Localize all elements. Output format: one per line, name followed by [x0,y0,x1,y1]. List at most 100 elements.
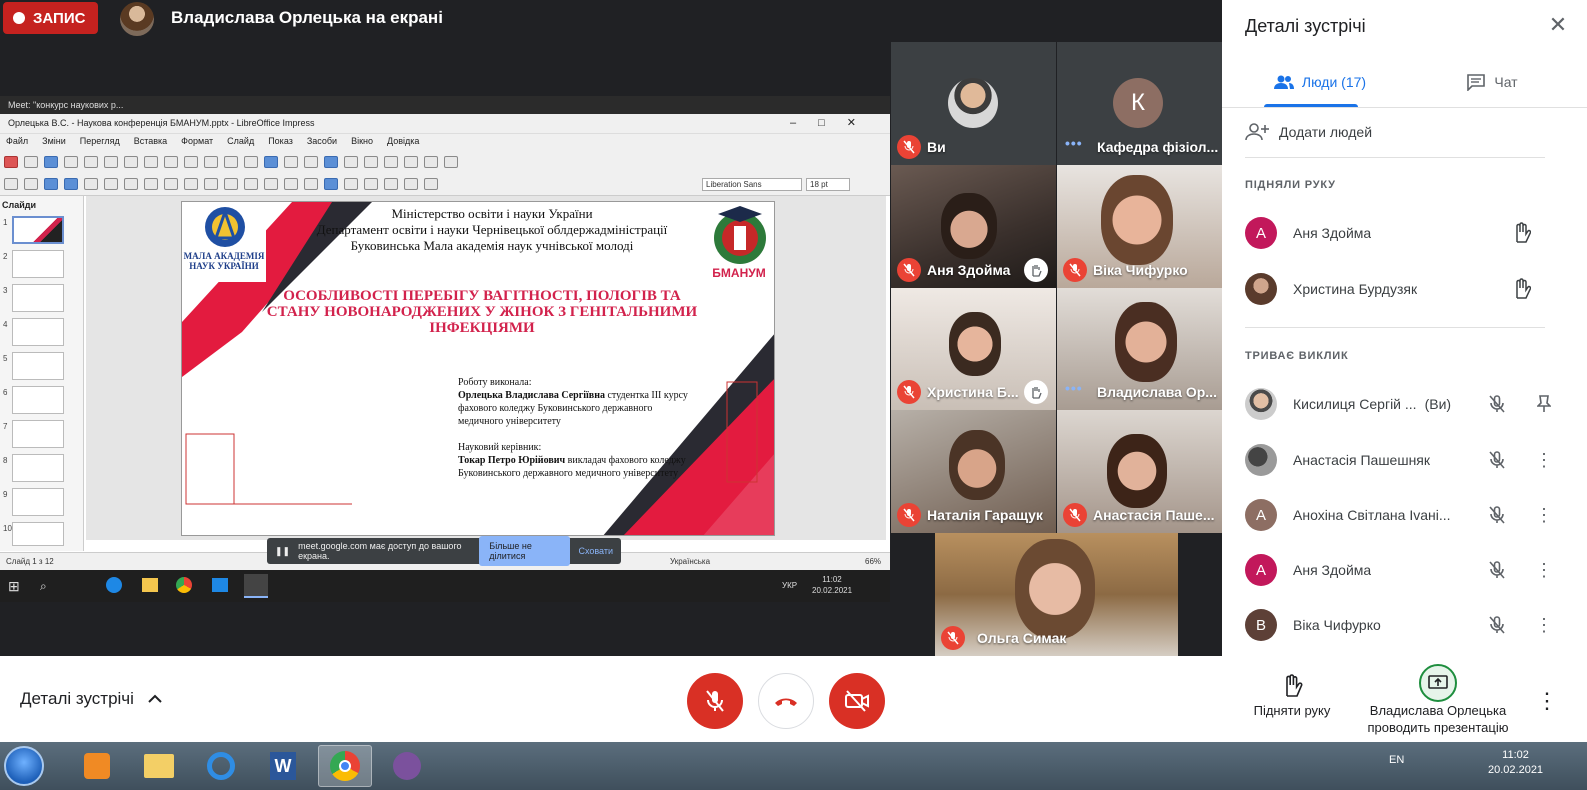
list-item[interactable]: В Віка Чифурко ⋮ [1245,605,1565,645]
menu-edit: Зміни [42,136,66,146]
clock-time: 11:02 [1502,749,1529,761]
impress-taskbar-icon [244,574,268,598]
browser-tab-label: Meet: "конкурс наукових р... [8,100,124,110]
list-item[interactable]: А Аня Здойма [1245,213,1565,253]
person-name: Кисилиця Сергій ... [1293,396,1417,412]
slide-num: 10 [3,524,12,533]
raise-hand-button[interactable]: Підняти руку [1246,674,1338,719]
presenting-button[interactable]: Владислава Орлецька проводить презентаці… [1360,664,1516,736]
viber-taskbar-icon[interactable] [380,745,434,787]
video-tile[interactable]: ••• Владислава Ор... [1057,288,1222,410]
video-tile[interactable]: Ви [891,42,1056,165]
video-tile[interactable]: Анастасія Паше... [1057,410,1222,533]
mic-off-icon [941,626,965,650]
menu-view: Перегляд [79,136,120,146]
zoom-icon [24,178,38,190]
tile-name: Ви [927,139,946,155]
bmanum-logo: БМАНУМ [702,202,774,282]
recording-badge: ЗАПИС [3,2,98,34]
video-tile[interactable]: Наталія Гаращук [891,410,1056,533]
close-icon: ✕ [1548,12,1568,37]
start-button[interactable] [4,746,44,786]
pause-icon: ❚❚ [275,545,291,556]
pin-icon[interactable] [1532,392,1556,416]
speaking-indicator-icon: ••• [1065,135,1083,151]
raised-hand-icon [1024,258,1048,282]
speaking-indicator-icon: ••• [1065,380,1083,396]
slide-thumb-1 [12,216,64,244]
slides-label: Слайди [2,200,37,210]
chevron-up-icon [148,694,162,703]
slide-thumb-8 [12,454,64,482]
lower-hand-icon[interactable] [1509,221,1533,245]
camera-toggle-button[interactable] [829,673,885,729]
person-name: Аня Здойма [1293,225,1372,241]
tab-chat-label: Чат [1494,74,1518,90]
mail-icon [212,578,228,592]
tile-name: Віка Чифурко [1093,262,1188,278]
list-item[interactable]: А Анохіна Світлана Іvані... ⋮ [1245,495,1565,535]
mic-toggle-button[interactable] [687,673,743,729]
person-name: Аня Здойма [1293,562,1372,578]
person-name: Анастасія Пашешняк [1293,452,1431,468]
export-icon [64,156,78,168]
avatar [948,78,998,128]
menu-format: Формат [181,136,214,146]
video-tile[interactable]: К ••• Кафедра фізіол... [1057,42,1222,165]
font-size-box: 18 pt [806,178,850,191]
person-name: Анохіна Світлана Іvані... [1293,507,1451,523]
star-icon [304,178,318,190]
lower-hand-icon[interactable] [1509,277,1533,301]
list-item[interactable]: А Аня Здойма ⋮ [1245,550,1565,590]
avatar: А [1245,499,1277,531]
media-player-taskbar-icon[interactable] [70,745,124,787]
more-options-icon[interactable]: ⋮ [1532,613,1556,637]
hide-notice-button[interactable]: Сховати [578,546,613,556]
person-name: Христина Бурдузяк [1293,281,1418,297]
video-tile[interactable]: Аня Здойма [891,165,1056,288]
list-item[interactable]: Анастасія Пашешняк ⋮ [1245,440,1565,480]
ellipse-icon [124,178,138,190]
edge-icon [106,577,122,593]
list-item[interactable]: Кисилиця Сергій ... (Ви) [1245,384,1565,424]
ie-taskbar-icon[interactable] [194,745,248,787]
participant-video [949,312,1001,376]
more-options-icon[interactable]: ⋮ [1532,503,1556,527]
mic-off-icon [897,503,921,527]
block-arrows-icon [244,178,258,190]
bmanum-emblem-icon [714,206,766,264]
taskbar-clock[interactable]: 11:02 20.02.2021 [1488,748,1543,778]
word-taskbar-icon[interactable]: W [256,745,310,787]
line-color-icon [44,178,58,190]
select-icon [4,178,18,190]
presenting-label: Владислава Орлецька проводить презентаці… [1367,703,1509,735]
tab-people[interactable]: Люди (17) [1242,56,1398,108]
stop-sharing-button[interactable]: Більше не ділитися [479,536,571,566]
raised-hands-heading: ПІДНЯЛИ РУКУ [1245,179,1336,191]
camera-off-icon [845,690,869,712]
record-label: ЗАПИС [33,9,86,27]
meeting-details-label: Деталі зустрічі [20,689,134,708]
add-people-button[interactable]: Додати людей [1245,120,1372,144]
chrome-taskbar-icon[interactable] [318,745,372,787]
video-tile[interactable]: Христина Б... [891,288,1056,410]
more-options-icon[interactable]: ⋮ [1532,558,1556,582]
present-icon [1419,664,1457,702]
participant-video [1015,539,1095,639]
slide-header-line-2: Департамент освіти і науки Чернівецької … [316,222,668,237]
more-options-icon[interactable]: ⋮ [1532,448,1556,472]
video-tile[interactable]: Віка Чифурко [1057,165,1222,288]
tab-chat[interactable]: Чат [1412,56,1572,108]
explorer-taskbar-icon[interactable] [132,745,186,787]
crop-icon [404,178,418,190]
meeting-details-button[interactable]: Деталі зустрічі [20,689,162,709]
window-controls-icon: –□✕ [790,117,878,129]
leave-call-button[interactable] [758,673,814,729]
flowchart-icon [264,178,278,190]
more-options-icon[interactable]: ⋮ [1536,688,1558,714]
keyboard-language[interactable]: EN [1389,754,1404,766]
close-panel-button[interactable]: ✕ [1544,12,1572,40]
video-tile[interactable]: Ольга Симак [935,533,1178,656]
tile-name: Наталія Гаращук [927,507,1043,523]
list-item[interactable]: Христина Бурдузяк [1245,269,1565,309]
